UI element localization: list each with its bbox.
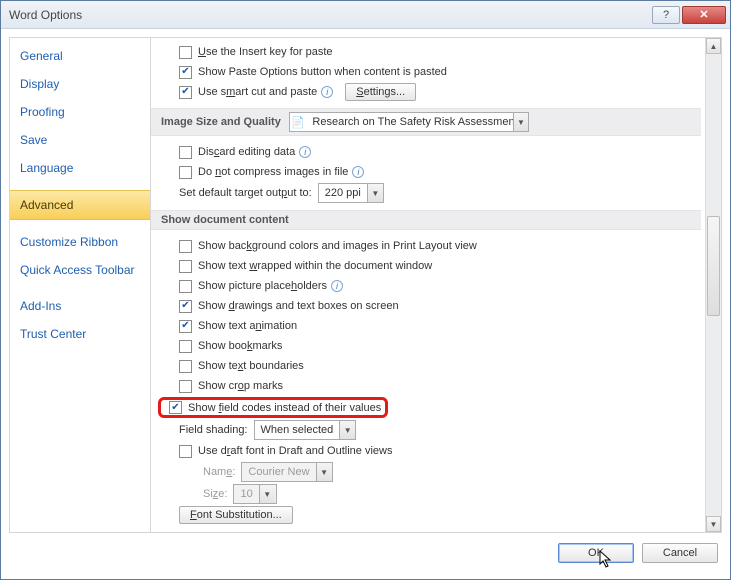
bgcolors-label: Show background colors and images in Pri… bbox=[198, 240, 477, 252]
vertical-scrollbar[interactable]: ▲ ▼ bbox=[705, 38, 721, 532]
image-doc-select[interactable]: 📄 Research on The Safety Risk Assessmen.… bbox=[289, 112, 529, 132]
insert-key-checkbox[interactable] bbox=[179, 46, 192, 59]
sidebar-item-language[interactable]: Language bbox=[10, 154, 150, 182]
image-size-title: Image Size and Quality bbox=[161, 116, 281, 128]
info-icon bbox=[321, 86, 333, 98]
sidebar-item-save[interactable]: Save bbox=[10, 126, 150, 154]
picph-checkbox[interactable] bbox=[179, 280, 192, 293]
titlebar: Word Options ? ✕ bbox=[1, 1, 730, 29]
chevron-down-icon: ▼ bbox=[339, 421, 355, 439]
draft-font-checkbox[interactable] bbox=[179, 445, 192, 458]
sidebar-item-proofing[interactable]: Proofing bbox=[10, 98, 150, 126]
bookmarks-label: Show bookmarks bbox=[198, 340, 282, 352]
scroll-thumb[interactable] bbox=[707, 216, 720, 316]
show-document-title: Show document content bbox=[161, 214, 289, 226]
smart-cut-settings-button[interactable]: Settings... bbox=[345, 83, 416, 101]
show-document-section: Show document content bbox=[151, 210, 701, 230]
paste-options-label: Show Paste Options button when content i… bbox=[198, 66, 447, 78]
textbound-label: Show text boundaries bbox=[198, 360, 304, 372]
sidebar-item-add-ins[interactable]: Add-Ins bbox=[10, 292, 150, 320]
sidebar: GeneralDisplayProofingSaveLanguage Advanc… bbox=[9, 37, 151, 533]
info-icon bbox=[352, 166, 364, 178]
draft-name-label: Name: bbox=[203, 466, 235, 478]
scroll-down-icon[interactable]: ▼ bbox=[706, 516, 721, 532]
draft-font-label: Use draft font in Draft and Outline view… bbox=[198, 445, 392, 457]
cancel-button[interactable]: Cancel bbox=[642, 543, 718, 563]
wrapped-label: Show text wrapped within the document wi… bbox=[198, 260, 432, 272]
draft-name-select: Courier New ▼ bbox=[241, 462, 332, 482]
sidebar-item-display[interactable]: Display bbox=[10, 70, 150, 98]
sidebar-item-general[interactable]: General bbox=[10, 42, 150, 70]
help-button[interactable]: ? bbox=[652, 6, 680, 24]
smart-cut-checkbox[interactable] bbox=[179, 86, 192, 99]
scroll-up-icon[interactable]: ▲ bbox=[706, 38, 721, 54]
chevron-down-icon: ▼ bbox=[316, 463, 332, 481]
picph-label: Show picture placeholders bbox=[198, 280, 327, 292]
sidebar-item-advanced[interactable]: Advanced bbox=[10, 190, 150, 220]
sidebar-item-quick-access-toolbar[interactable]: Quick Access Toolbar bbox=[10, 256, 150, 284]
bgcolors-checkbox[interactable] bbox=[179, 240, 192, 253]
field-shading-select[interactable]: When selected ▼ bbox=[254, 420, 357, 440]
draft-size-select: 10 ▼ bbox=[233, 484, 277, 504]
wrapped-checkbox[interactable] bbox=[179, 260, 192, 273]
target-output-label: Set default target output to: bbox=[179, 187, 312, 199]
textanim-label: Show text animation bbox=[198, 320, 297, 332]
target-output-select[interactable]: 220 ppi ▼ bbox=[318, 183, 384, 203]
chevron-down-icon: ▼ bbox=[259, 485, 275, 503]
bookmarks-checkbox[interactable] bbox=[179, 340, 192, 353]
field-shading-label: Field shading: bbox=[179, 424, 248, 436]
discard-editing-checkbox[interactable] bbox=[179, 146, 192, 159]
textanim-checkbox[interactable] bbox=[179, 320, 192, 333]
sidebar-item-trust-center[interactable]: Trust Center bbox=[10, 320, 150, 348]
close-button[interactable]: ✕ bbox=[682, 6, 726, 24]
fieldcodes-checkbox[interactable] bbox=[169, 401, 182, 414]
no-compress-label: Do not compress images in file bbox=[198, 166, 348, 178]
no-compress-checkbox[interactable] bbox=[179, 166, 192, 179]
drawings-checkbox[interactable] bbox=[179, 300, 192, 313]
ok-button[interactable]: OK bbox=[558, 543, 634, 563]
fieldcodes-label: Show field codes instead of their values bbox=[188, 402, 381, 414]
drawings-label: Show drawings and text boxes on screen bbox=[198, 300, 399, 312]
content-pane: Use the Insert key for paste Show Paste … bbox=[151, 38, 705, 532]
paste-options-checkbox[interactable] bbox=[179, 66, 192, 79]
word-options-window: Word Options ? ✕ GeneralDisplayProofingS… bbox=[0, 0, 731, 580]
discard-editing-label: Discard editing data bbox=[198, 146, 295, 158]
window-title: Word Options bbox=[9, 8, 650, 22]
chevron-down-icon: ▼ bbox=[367, 184, 383, 202]
chevron-down-icon: ▼ bbox=[513, 113, 528, 131]
info-icon bbox=[299, 146, 311, 158]
image-size-section: Image Size and Quality 📄 Research on The… bbox=[151, 108, 701, 136]
draft-size-label: Size: bbox=[203, 488, 227, 500]
smart-cut-label: Use smart cut and paste bbox=[198, 86, 317, 98]
font-substitution-button[interactable]: Font Substitution... bbox=[179, 506, 293, 524]
textbound-checkbox[interactable] bbox=[179, 360, 192, 373]
dialog-footer: OK Cancel bbox=[1, 533, 730, 573]
info-icon bbox=[331, 280, 343, 292]
cropmarks-label: Show crop marks bbox=[198, 380, 283, 392]
sidebar-item-customize-ribbon[interactable]: Customize Ribbon bbox=[10, 228, 150, 256]
cropmarks-checkbox[interactable] bbox=[179, 380, 192, 393]
insert-key-label: Use the Insert key for paste bbox=[198, 46, 333, 58]
